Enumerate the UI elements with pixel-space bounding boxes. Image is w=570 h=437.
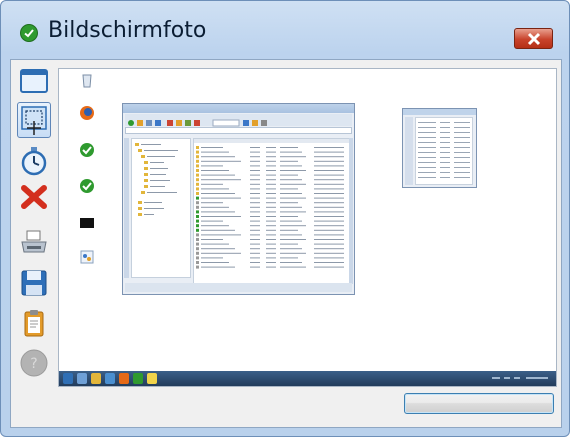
region-capture-icon — [21, 106, 47, 135]
clipboard-icon — [24, 310, 44, 337]
timer-button[interactable] — [19, 146, 49, 176]
desktop-icon — [67, 72, 107, 91]
desktop-icon — [67, 249, 107, 268]
thumbnail-small-window — [402, 108, 477, 188]
window-capture-button[interactable] — [19, 66, 49, 96]
printer-icon — [21, 230, 47, 253]
green-check-icon — [80, 143, 94, 157]
thumbnail-folder-tree — [131, 138, 191, 278]
delete-button[interactable] — [19, 182, 49, 212]
close-icon — [527, 32, 541, 46]
save-button[interactable] — [19, 268, 49, 298]
thumbnail-address-bar — [125, 127, 352, 134]
print-button[interactable] — [19, 228, 49, 258]
help-icon: ? — [20, 349, 48, 377]
dialog-content: ? — [10, 59, 562, 428]
thumbnail-toolbar — [125, 114, 352, 127]
terminal-icon — [80, 218, 94, 228]
window-capture-icon — [20, 69, 48, 93]
firefox-icon — [80, 106, 94, 120]
thumbnail-status-bar — [125, 283, 352, 292]
help-button[interactable]: ? — [19, 348, 49, 378]
green-check-icon — [80, 179, 94, 193]
save-icon — [21, 270, 47, 296]
thumbnail-file-list — [193, 138, 351, 284]
thumbnail-title-bar — [123, 104, 354, 113]
tool-sidebar: ? — [11, 60, 57, 390]
desktop-icon — [67, 105, 107, 124]
thumbnail-tree-lines — [135, 143, 178, 216]
delete-icon — [21, 185, 47, 209]
thumbnail-taskbar — [59, 371, 556, 386]
close-button[interactable] — [514, 28, 553, 49]
window-title: Bildschirmfoto — [48, 18, 207, 43]
clipboard-button[interactable] — [19, 308, 49, 338]
screenshot-dialog: Bildschirmfoto ? — [0, 0, 570, 437]
thumbnail-system-tray — [492, 375, 552, 382]
action-button[interactable] — [404, 393, 554, 414]
start-button-icon — [63, 373, 73, 384]
screenshot-preview[interactable] — [58, 68, 557, 387]
thumbnail-file-rows — [194, 139, 350, 269]
thumbnail-explorer-window — [122, 103, 355, 295]
svg-text:?: ? — [30, 356, 37, 372]
timer-icon — [21, 147, 47, 176]
thumbnail-small-rows — [418, 122, 470, 178]
paint-icon — [80, 250, 94, 264]
title-bar[interactable]: Bildschirmfoto — [1, 1, 569, 55]
recycle-bin-icon — [82, 74, 92, 88]
region-capture-button[interactable] — [17, 102, 51, 138]
desktop-icon — [67, 215, 107, 234]
checkmark-icon — [20, 24, 38, 42]
desktop-icon — [67, 142, 107, 161]
desktop-icon — [67, 178, 107, 197]
